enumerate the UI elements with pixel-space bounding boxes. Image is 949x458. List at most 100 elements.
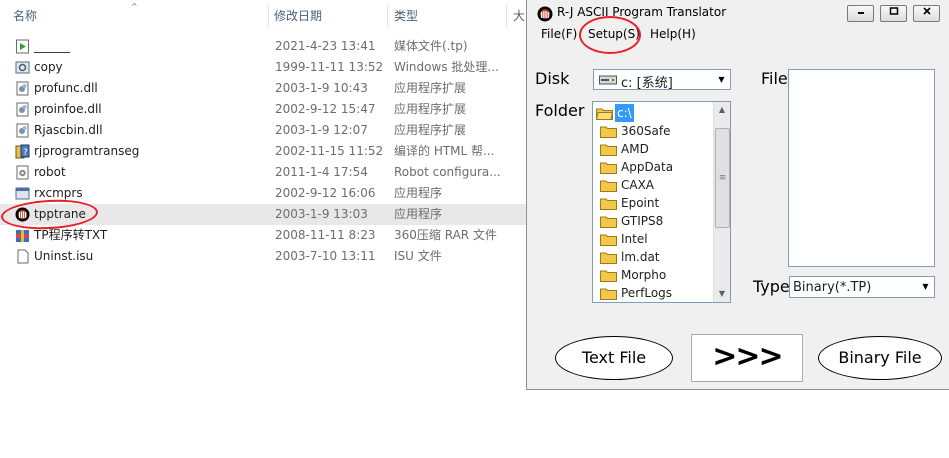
menu-file[interactable]: File(F)	[541, 27, 577, 41]
menu-help[interactable]: Help(H)	[650, 27, 696, 41]
file-row[interactable]: robot 2011-1-4 17:54 Robot configura...	[0, 162, 530, 183]
file-type: 编译的 HTML 帮...	[394, 144, 495, 158]
file-type: 应用程序	[394, 207, 443, 221]
file-label: File	[761, 69, 788, 88]
scroll-thumb[interactable]: ≡	[715, 128, 730, 228]
file-date: 2003-1-9 10:43	[275, 81, 368, 95]
column-header-type[interactable]: 类型	[394, 4, 418, 28]
folder-icon	[600, 144, 617, 156]
folder-icon	[600, 234, 617, 246]
folder-icon	[600, 216, 617, 228]
minimize-button[interactable]	[847, 5, 874, 22]
exe-icon	[15, 187, 30, 200]
window-title: R-J ASCII Program Translator	[557, 5, 727, 19]
column-header-date[interactable]: 修改日期	[274, 4, 322, 28]
folder-name: c:\	[615, 104, 634, 122]
folder-name: 360Safe	[621, 124, 671, 138]
type-select[interactable]: Binary(*.TP) ▼	[789, 276, 935, 298]
chevron-down-icon[interactable]: ▼	[714, 71, 729, 88]
file-type: Robot configura...	[394, 165, 501, 179]
file-row[interactable]: Rjascbin.dll 2003-1-9 12:07 应用程序扩展	[0, 120, 530, 141]
convert-button[interactable]: >>>	[691, 334, 803, 382]
disk-select[interactable]: c: [系统] ▼	[593, 69, 731, 91]
folder-list[interactable]: c:\ 360Safe AMD AppData CAXA Epoint GTIPS8 Inte…	[592, 101, 731, 303]
folder-name: Intel	[621, 232, 648, 246]
text-file-button[interactable]: Text File	[555, 336, 673, 380]
file-name: copy	[34, 60, 63, 74]
column-divider[interactable]	[506, 5, 507, 27]
type-label: Type	[753, 277, 790, 296]
folder-icon	[600, 162, 617, 174]
file-name: robot	[34, 165, 66, 179]
file-explorer-list: ^ 名称 修改日期 类型 大 ______ 2021-4-23 13:41 媒体文件…	[0, 0, 530, 458]
folder-icon	[600, 126, 617, 138]
folder-item[interactable]: Epoint	[593, 194, 715, 212]
type-value: Binary(*.TP)	[793, 280, 872, 295]
file-row[interactable]: Uninst.isu 2003-7-10 13:11 ISU 文件	[0, 246, 530, 267]
folder-item[interactable]: CAXA	[593, 176, 715, 194]
file-row[interactable]: proinfoe.dll 2002-9-12 15:47 应用程序扩展	[0, 99, 530, 120]
folder-item[interactable]: Morpho	[593, 266, 715, 284]
binary-file-button[interactable]: Binary File	[818, 336, 942, 380]
folder-item[interactable]: GTIPS8	[593, 212, 715, 230]
scroll-up-icon[interactable]: ▲	[714, 102, 730, 118]
column-divider[interactable]	[268, 5, 269, 27]
file-date: 2002-11-15 11:52	[275, 144, 384, 158]
drive-icon	[599, 75, 617, 85]
file-name: rjprogramtranseg	[34, 144, 140, 158]
file-name: ______	[34, 39, 70, 53]
maximize-icon	[889, 7, 898, 15]
dll-icon	[16, 123, 29, 138]
folder-item[interactable]: AppData	[593, 158, 715, 176]
file-row[interactable]: TP程序转TXT 2008-11-11 8:23 360压缩 RAR 文件	[0, 225, 530, 246]
file-row[interactable]: profunc.dll 2003-1-9 10:43 应用程序扩展	[0, 78, 530, 99]
folder-icon	[600, 288, 617, 300]
folder-item[interactable]: lm.dat	[593, 248, 715, 266]
file-name: Uninst.isu	[34, 249, 94, 263]
folder-icon	[600, 252, 617, 264]
folder-name: PerfLogs	[621, 286, 673, 300]
file-type: 媒体文件(.tp)	[394, 39, 468, 53]
file-row[interactable]: ? rjprogramtranseg 2002-11-15 11:52 编译的 HTM…	[0, 141, 530, 162]
column-header-size[interactable]: 大	[513, 4, 525, 28]
sort-ascending-icon: ^	[131, 2, 138, 11]
file-row[interactable]: copy 1999-11-11 13:52 Windows 批处理...	[0, 57, 530, 78]
translator-window: R-J ASCII Program Translator File(F) Set…	[526, 0, 949, 390]
folder-scrollbar[interactable]: ▲ ≡ ▼	[713, 102, 730, 302]
disk-value: c: [系统]	[621, 76, 673, 91]
config-file-icon	[16, 165, 29, 180]
disk-label: Disk	[535, 69, 570, 88]
file-type: 应用程序扩展	[394, 102, 467, 116]
close-button[interactable]	[913, 5, 940, 22]
maximize-button[interactable]	[880, 5, 907, 22]
file-row[interactable]: ______ 2021-4-23 13:41 媒体文件(.tp)	[0, 36, 530, 57]
close-icon	[922, 7, 931, 15]
folder-item[interactable]: PerfLogs	[593, 284, 715, 302]
chevron-down-icon[interactable]: ▼	[918, 278, 933, 295]
folder-icon	[600, 198, 617, 210]
file-date: 2008-11-11 8:23	[275, 228, 376, 242]
chm-help-icon: ?	[15, 144, 30, 159]
folder-icon	[600, 270, 617, 282]
folder-item[interactable]: AMD	[593, 140, 715, 158]
column-divider[interactable]	[387, 5, 388, 27]
column-header-name[interactable]: 名称	[13, 4, 37, 28]
file-type: 360压缩 RAR 文件	[394, 228, 497, 242]
blank-file-icon	[17, 249, 29, 264]
annotation-circle-setup	[579, 16, 641, 54]
scroll-down-icon[interactable]: ▼	[714, 286, 730, 302]
dll-icon	[16, 102, 29, 117]
folder-item[interactable]: Intel	[593, 230, 715, 248]
media-file-icon	[16, 39, 29, 54]
folder-item[interactable]: 360Safe	[593, 122, 715, 140]
file-type: Windows 批处理...	[394, 60, 499, 74]
file-name: profunc.dll	[34, 81, 98, 95]
file-date: 2003-1-9 13:03	[275, 207, 368, 221]
folder-name: lm.dat	[621, 250, 660, 264]
folder-item-root[interactable]: c:\	[593, 104, 715, 122]
batch-file-icon	[15, 61, 30, 74]
file-listbox[interactable]	[788, 69, 935, 267]
dll-icon	[16, 81, 29, 96]
file-type: 应用程序扩展	[394, 123, 467, 137]
file-date: 2002-9-12 15:47	[275, 102, 376, 116]
